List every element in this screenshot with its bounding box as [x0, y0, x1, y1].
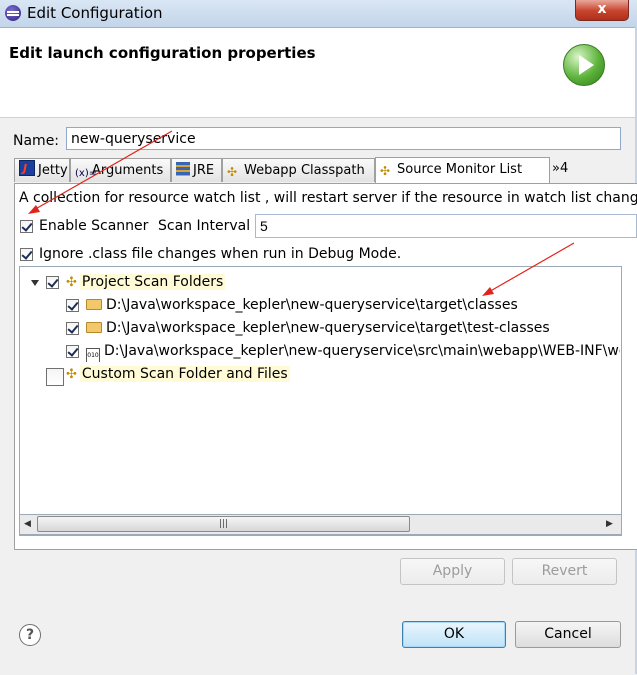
- annotation-arrow-classes: [482, 242, 575, 296]
- annotation-arrow-scanner: [28, 130, 173, 214]
- annotation-arrows: [28, 130, 575, 296]
